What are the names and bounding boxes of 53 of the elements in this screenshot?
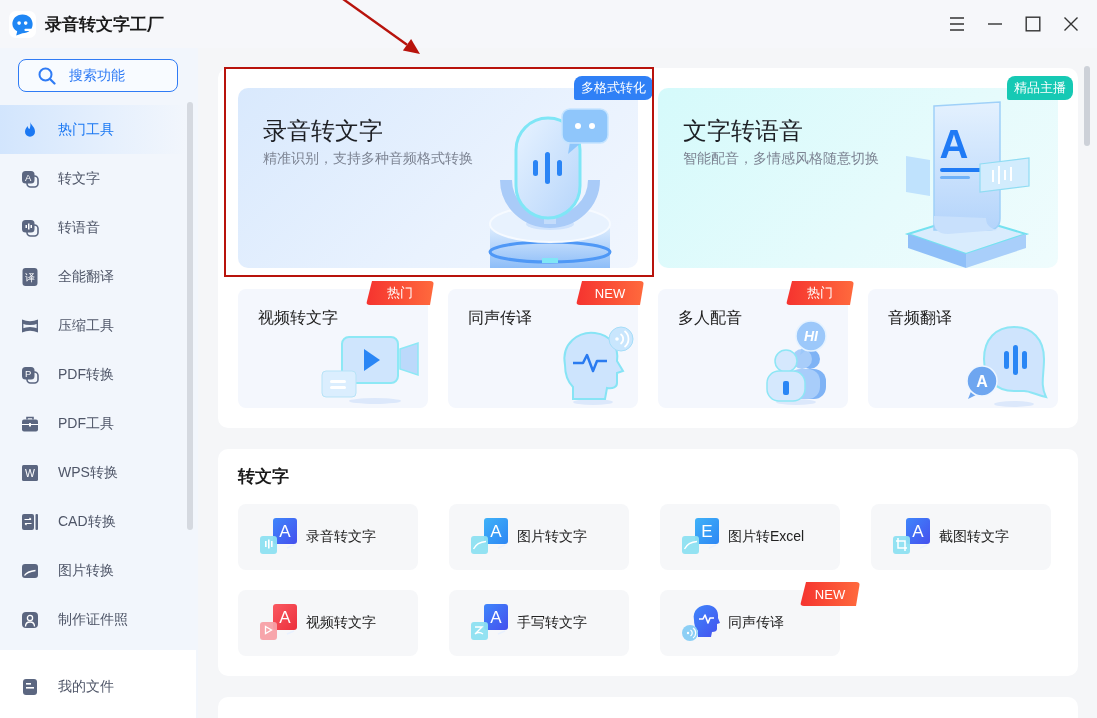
sidebar-item[interactable]: 图片转换 bbox=[0, 546, 186, 595]
card-subtitle: 智能配音，多情感风格随意切换 bbox=[683, 149, 879, 168]
letter-tile-icon: W bbox=[21, 463, 39, 482]
speech-bubble-drawing: A bbox=[964, 323, 1048, 407]
card-title: 音频翻译 bbox=[888, 308, 952, 328]
scrollbar-thumb[interactable] bbox=[187, 102, 193, 530]
tool-tile[interactable]: A 录音转文字 bbox=[238, 504, 418, 570]
document-drawing: A bbox=[902, 100, 1032, 268]
card-title: 录音转文字 bbox=[263, 116, 383, 146]
tool-card[interactable]: 音频翻译 A bbox=[868, 289, 1058, 408]
head-waveform-icon bbox=[682, 604, 720, 642]
app-logo-icon bbox=[9, 10, 36, 38]
promo-tag: 精品主播 bbox=[1007, 76, 1073, 100]
sound-bubble-icon bbox=[21, 218, 39, 237]
sidebar-item[interactable]: 转语音 bbox=[0, 203, 186, 252]
sidebar-item[interactable]: 制作证件照 bbox=[0, 595, 186, 644]
sidebar-item[interactable]: 压缩工具 bbox=[0, 301, 186, 350]
tool-tile[interactable]: E 图片转Excel bbox=[660, 504, 840, 570]
tool-tile[interactable]: A 手写转文字 bbox=[449, 590, 629, 656]
card-title: 多人配音 bbox=[678, 308, 742, 328]
sidebar-item[interactable]: 译 全能翻译 bbox=[0, 252, 186, 301]
briefcase-icon bbox=[21, 414, 39, 433]
people-drawing: HI bbox=[764, 319, 830, 405]
tool-tile[interactable]: A 视频转文字 bbox=[238, 590, 418, 656]
maximize-icon[interactable] bbox=[1025, 16, 1041, 32]
card-subtitle: 精准识别，支持多种音频格式转换 bbox=[263, 149, 473, 168]
tool-tile[interactable]: A 图片转文字 bbox=[449, 504, 629, 570]
document-icon bbox=[21, 677, 39, 696]
sidebar-item[interactable]: PDF工具 bbox=[0, 399, 186, 448]
close-icon[interactable] bbox=[1063, 16, 1079, 32]
card-title: 视频转文字 bbox=[258, 308, 338, 328]
scrollbar-thumb[interactable] bbox=[1084, 66, 1090, 146]
character-tile-icon: 译 bbox=[21, 267, 39, 286]
search-button[interactable]: 搜索功能 bbox=[18, 59, 178, 92]
promo-tag: NEW bbox=[800, 582, 860, 606]
sidebar-item[interactable]: W WPS转换 bbox=[0, 448, 186, 497]
sidebar-item[interactable]: P PDF转换 bbox=[0, 350, 186, 399]
section-title: 转文字 bbox=[238, 467, 289, 487]
search-icon bbox=[38, 66, 56, 85]
swap-arrows-icon bbox=[21, 512, 39, 531]
menu-icon[interactable] bbox=[949, 16, 965, 32]
promo-tag: 热门 bbox=[786, 281, 854, 305]
sidebar-item[interactable]: A 转文字 bbox=[0, 154, 186, 203]
image-icon bbox=[21, 561, 39, 580]
card-title: 同声传译 bbox=[468, 308, 532, 328]
promo-tag: 热门 bbox=[366, 281, 434, 305]
card-title: 文字转语音 bbox=[683, 116, 803, 146]
promo-tag: NEW bbox=[576, 281, 644, 305]
promo-tag: 多格式转化 bbox=[574, 76, 653, 100]
tool-tile[interactable]: A 截图转文字 bbox=[871, 504, 1051, 570]
window-title: 录音转文字工厂 bbox=[45, 13, 164, 36]
sidebar-item[interactable]: CAD转换 bbox=[0, 497, 186, 546]
person-icon bbox=[21, 610, 39, 629]
